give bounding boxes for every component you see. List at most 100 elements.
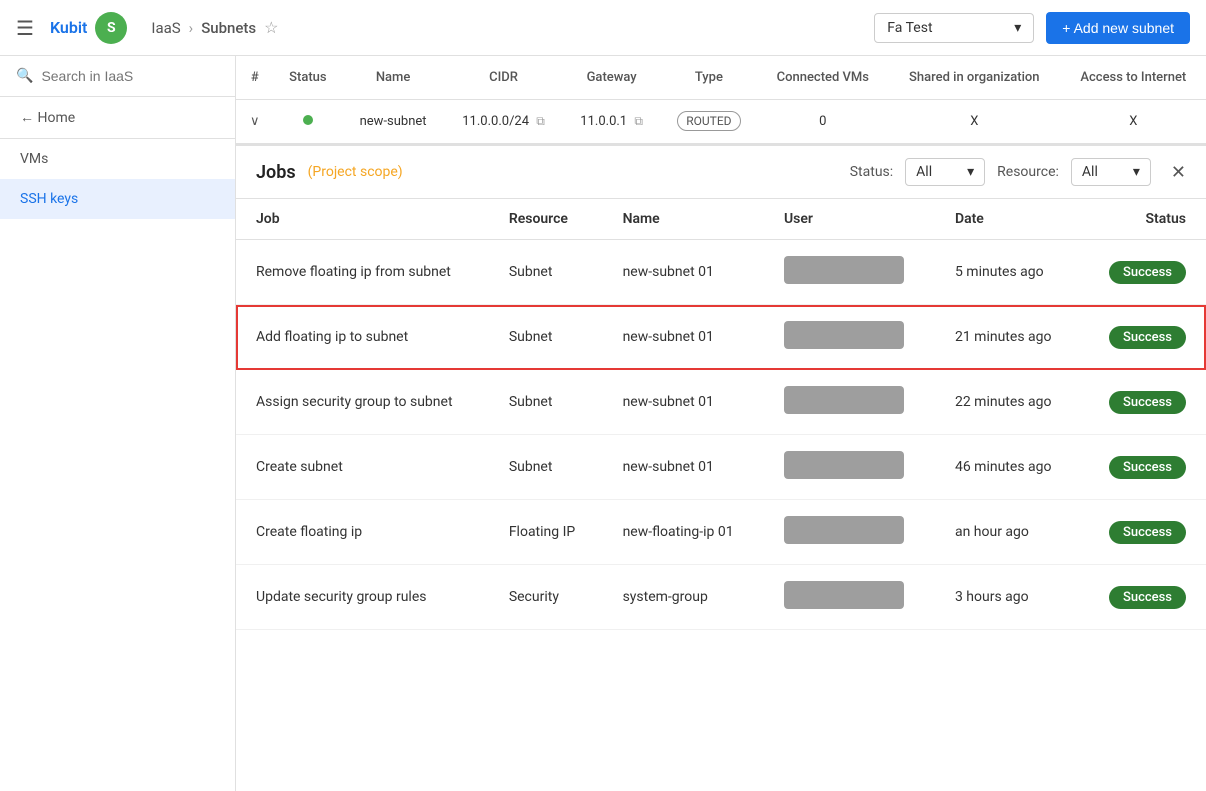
jobs-table-row: Remove floating ip from subnetSubnetnew-…	[236, 240, 1206, 305]
jobs-scope: (Project scope)	[308, 164, 403, 180]
job-cell-user	[764, 435, 935, 500]
status-filter-select[interactable]: All ▾	[905, 158, 985, 186]
user-redacted-block	[784, 516, 904, 544]
job-cell-name: new-floating-ip 01	[603, 500, 764, 565]
nav-back-home[interactable]: ← Home	[0, 97, 235, 139]
cell-shared-org: x	[888, 100, 1061, 144]
cell-type: ROUTED	[660, 100, 758, 144]
col-cidr: CIDR	[444, 56, 563, 100]
breadcrumb-current: Subnets	[201, 19, 256, 37]
cell-access-internet: x	[1061, 100, 1206, 144]
project-selector-chevron: ▾	[1014, 20, 1021, 36]
sidebar-item-ssh-keys[interactable]: SSH keys	[0, 179, 235, 219]
job-cell-status: Success	[1081, 240, 1206, 305]
job-cell-job: Create floating ip	[236, 500, 489, 565]
breadcrumb-parent[interactable]: IaaS	[151, 19, 180, 37]
jobs-title: Jobs	[256, 162, 296, 183]
job-cell-status: Success	[1081, 500, 1206, 565]
resource-filter-select[interactable]: All ▾	[1071, 158, 1151, 186]
col-connected-vms: Connected VMs	[758, 56, 888, 100]
subnets-table: # Status Name CIDR Gateway Type Connecte…	[236, 56, 1206, 144]
jobs-table-row: Update security group rulesSecuritysyste…	[236, 565, 1206, 630]
jobs-table-row: Add floating ip to subnetSubnetnew-subne…	[236, 305, 1206, 370]
jobs-table-container: Job Resource Name User Date Status Remov…	[236, 199, 1206, 791]
job-cell-resource: Subnet	[489, 240, 603, 305]
star-icon[interactable]: ☆	[264, 18, 278, 37]
job-cell-name: new-subnet 01	[603, 370, 764, 435]
job-cell-date: an hour ago	[935, 500, 1081, 565]
jobs-col-name: Name	[603, 199, 764, 240]
logo-area: Kubit S	[50, 12, 127, 44]
add-subnet-button[interactable]: + Add new subnet	[1046, 12, 1190, 44]
col-access-internet: Access to Internet	[1061, 56, 1206, 100]
copy-cidr-icon[interactable]: ⧉	[536, 114, 545, 128]
job-cell-status: Success	[1081, 565, 1206, 630]
add-subnet-label: + Add new subnet	[1062, 20, 1174, 36]
success-badge: Success	[1109, 391, 1186, 414]
logo-secondary: S	[95, 12, 127, 44]
success-badge: Success	[1109, 456, 1186, 479]
success-badge: Success	[1109, 521, 1186, 544]
job-cell-status: Success	[1081, 370, 1206, 435]
resource-filter-value: All	[1082, 164, 1098, 180]
col-status: Status	[273, 56, 342, 100]
job-cell-user	[764, 565, 935, 630]
jobs-panel: Jobs (Project scope) Status: All ▾ Resou…	[236, 144, 1206, 791]
logo-text: Kubit	[50, 18, 87, 37]
jobs-col-date: Date	[935, 199, 1081, 240]
cell-cidr: 11.0.0.0/24 ⧉	[444, 100, 563, 144]
job-cell-name: new-subnet 01	[603, 435, 764, 500]
cell-chevron[interactable]: ∨	[236, 100, 273, 144]
jobs-filters: Status: All ▾ Resource: All ▾ ✕	[850, 158, 1186, 186]
jobs-table-row: Create floating ipFloating IPnew-floatin…	[236, 500, 1206, 565]
resource-filter-label: Resource:	[997, 164, 1059, 180]
type-badge: ROUTED	[677, 111, 740, 131]
cell-status	[273, 100, 342, 144]
resource-filter-chevron: ▾	[1133, 164, 1140, 180]
jobs-table-row: Create subnetSubnetnew-subnet 01 46 minut…	[236, 435, 1206, 500]
job-cell-name: new-subnet 01	[603, 305, 764, 370]
job-cell-date: 22 minutes ago	[935, 370, 1081, 435]
job-cell-resource: Floating IP	[489, 500, 603, 565]
user-redacted-block	[784, 581, 904, 609]
job-cell-resource: Security	[489, 565, 603, 630]
job-cell-resource: Subnet	[489, 370, 603, 435]
project-selector[interactable]: Fa Test ▾	[874, 13, 1034, 43]
status-filter-chevron: ▾	[967, 164, 974, 180]
job-cell-name: new-subnet 01	[603, 240, 764, 305]
breadcrumb: IaaS › Subnets ☆	[151, 18, 278, 37]
status-filter-value: All	[916, 164, 932, 180]
col-type: Type	[660, 56, 758, 100]
sidebar-item-ssh-keys-label: SSH keys	[20, 191, 78, 207]
status-dot-icon	[303, 115, 313, 125]
job-cell-date: 5 minutes ago	[935, 240, 1081, 305]
col-hash: #	[236, 56, 273, 100]
cell-gateway: 11.0.0.1 ⧉	[563, 100, 660, 144]
menu-icon[interactable]: ☰	[16, 16, 34, 40]
job-cell-user	[764, 370, 935, 435]
success-badge: Success	[1109, 586, 1186, 609]
job-cell-job: Add floating ip to subnet	[236, 305, 489, 370]
close-jobs-button[interactable]: ✕	[1171, 162, 1186, 183]
back-label: ← Home	[20, 109, 75, 126]
job-cell-date: 46 minutes ago	[935, 435, 1081, 500]
user-redacted-block	[784, 256, 904, 284]
job-cell-user	[764, 305, 935, 370]
job-cell-user	[764, 240, 935, 305]
search-bar: 🔍	[0, 56, 235, 97]
job-cell-resource: Subnet	[489, 305, 603, 370]
search-input[interactable]	[41, 68, 219, 84]
copy-gateway-icon[interactable]: ⧉	[634, 114, 643, 128]
jobs-col-user: User	[764, 199, 935, 240]
sidebar-item-vms[interactable]: VMs	[0, 139, 235, 179]
col-shared-org: Shared in organization	[888, 56, 1061, 100]
cell-connected-vms: 0	[758, 100, 888, 144]
gateway-value: 11.0.0.1	[580, 114, 627, 129]
job-cell-resource: Subnet	[489, 435, 603, 500]
jobs-header: Jobs (Project scope) Status: All ▾ Resou…	[236, 146, 1206, 199]
top-bar: ☰ Kubit S IaaS › Subnets ☆ Fa Test ▾ + A…	[0, 0, 1206, 56]
user-redacted-block	[784, 451, 904, 479]
job-cell-job: Create subnet	[236, 435, 489, 500]
user-redacted-block	[784, 321, 904, 349]
sidebar: 🔍 ← Home VMs SSH keys	[0, 56, 236, 791]
